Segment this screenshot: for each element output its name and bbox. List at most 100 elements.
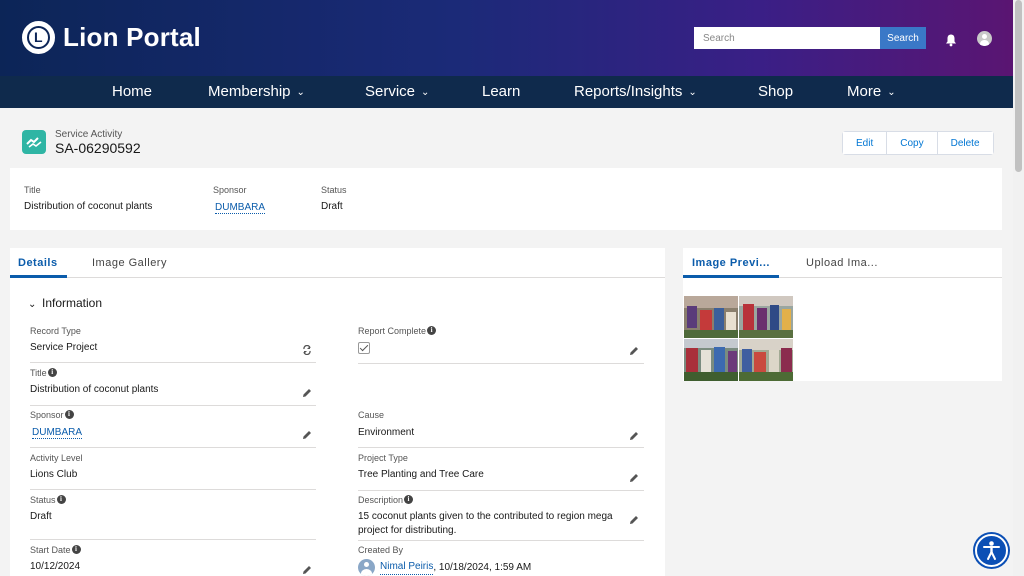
search-button[interactable]: Search	[880, 27, 926, 49]
field-divider	[30, 539, 316, 540]
field-label-project-type: Project Type	[358, 453, 408, 463]
highlight-status-value: Draft	[321, 201, 343, 212]
record-actions: Edit Copy Delete	[842, 131, 994, 155]
highlight-title-value: Distribution of coconut plants	[24, 201, 153, 212]
field-value-title: Distribution of coconut plants	[30, 384, 159, 395]
tab-image-gallery[interactable]: Image Gallery	[92, 257, 167, 269]
info-icon[interactable]: i	[64, 410, 74, 419]
info-icon[interactable]: i	[71, 545, 81, 554]
nav-item-reports-insights[interactable]: Reports/Insights ⌄	[574, 83, 697, 100]
delete-button[interactable]: Delete	[937, 132, 993, 154]
info-icon[interactable]: i	[56, 495, 66, 504]
info-icon[interactable]: i	[404, 495, 414, 504]
report-complete-checkbox[interactable]	[358, 342, 370, 354]
field-divider	[358, 447, 644, 448]
accessibility-icon	[983, 541, 1000, 560]
section-information[interactable]: ⌄ Information	[28, 296, 102, 310]
highlight-status-label: Status	[321, 185, 347, 195]
field-value-record-type: Service Project	[30, 342, 98, 353]
created-by-row: Nimal Peiris , 10/18/2024, 1:59 AM	[358, 559, 531, 576]
image-gallery-grid	[684, 296, 794, 381]
nav-item-service[interactable]: Service ⌄	[365, 83, 429, 100]
field-value-status: Draft	[30, 511, 52, 522]
field-value-project-type: Tree Planting and Tree Care	[358, 469, 484, 480]
details-tabs: Details Image Gallery	[10, 248, 665, 278]
field-divider	[358, 540, 644, 541]
image-tabs: Image Previ... Upload Ima...	[683, 248, 1002, 278]
lions-logo-icon[interactable]	[22, 21, 55, 54]
chevron-down-icon: ⌄	[688, 87, 697, 98]
field-label-status: Status i	[30, 495, 66, 505]
main-nav: Home Membership ⌄ Service ⌄ Learn Reports/…	[0, 76, 1013, 108]
info-icon[interactable]: i	[427, 326, 437, 335]
highlight-sponsor-label: Sponsor	[213, 185, 247, 195]
chevron-down-icon: ⌄	[28, 299, 37, 310]
field-label-record-type: Record Type	[30, 326, 81, 336]
edit-description-pencil-icon[interactable]	[629, 515, 639, 525]
highlights-panel: Title Distribution of coconut plants Spo…	[10, 168, 1002, 230]
field-divider	[30, 405, 316, 406]
info-icon[interactable]: i	[47, 368, 57, 377]
edit-report-complete-pencil-icon[interactable]	[629, 346, 639, 356]
brand-title[interactable]: Lion Portal	[63, 22, 201, 53]
edit-sponsor-pencil-icon[interactable]	[302, 430, 312, 440]
created-by-timestamp: , 10/18/2024, 1:59 AM	[433, 561, 532, 573]
change-record-type-icon[interactable]	[302, 345, 312, 355]
sponsor-link[interactable]: DUMBARA	[32, 427, 83, 439]
gallery-image[interactable]	[739, 296, 793, 338]
details-card: Details Image Gallery ⌄ Information Recor…	[10, 248, 665, 576]
nav-item-home[interactable]: Home	[112, 83, 152, 100]
nav-item-more[interactable]: More ⌄	[847, 83, 896, 100]
field-value-description: 15 coconut plants given to the contribut…	[358, 511, 613, 536]
field-label-cause: Cause	[358, 410, 385, 420]
chevron-down-icon: ⌄	[296, 87, 305, 98]
edit-start-date-pencil-icon[interactable]	[302, 565, 312, 575]
edit-title-pencil-icon[interactable]	[302, 388, 312, 398]
field-label-created-by: Created By	[358, 545, 404, 555]
edit-project-type-pencil-icon[interactable]	[629, 473, 639, 483]
image-preview-card: Image Previ... Upload Ima...	[683, 248, 1002, 381]
scrollbar-thumb[interactable]	[1015, 0, 1022, 172]
nav-item-membership[interactable]: Membership ⌄	[208, 83, 305, 100]
highlight-sponsor-link[interactable]: DUMBARA	[215, 202, 266, 214]
copy-button[interactable]: Copy	[887, 132, 938, 154]
field-label-description: Description i	[358, 495, 414, 505]
edit-button[interactable]: Edit	[843, 132, 888, 154]
field-divider	[358, 363, 644, 364]
field-divider	[358, 490, 644, 491]
field-divider	[30, 489, 316, 490]
field-label-report-complete: Report Complete i	[358, 326, 437, 336]
field-label-start-date: Start Date i	[30, 545, 81, 555]
field-divider	[30, 362, 316, 363]
field-label-title: Title i	[30, 368, 57, 378]
nav-item-shop[interactable]: Shop	[758, 83, 793, 100]
field-value-cause: Environment	[358, 427, 415, 438]
page-scrollbar[interactable]	[1013, 0, 1024, 576]
site-header: Lion Portal Search	[0, 0, 1013, 76]
notification-bell-icon[interactable]	[944, 33, 958, 47]
search-input[interactable]	[694, 27, 880, 49]
service-activity-icon	[22, 130, 46, 154]
tab-upload-image[interactable]: Upload Ima...	[806, 257, 878, 269]
user-avatar-icon	[358, 559, 375, 576]
edit-cause-pencil-icon[interactable]	[629, 431, 639, 441]
gallery-image[interactable]	[739, 339, 793, 381]
tab-details[interactable]: Details	[18, 257, 58, 269]
chevron-down-icon: ⌄	[421, 87, 430, 98]
nav-item-learn[interactable]: Learn	[482, 83, 520, 100]
highlight-title-label: Title	[24, 185, 41, 195]
field-divider	[30, 447, 316, 448]
tab-image-preview[interactable]: Image Previ...	[692, 257, 770, 269]
field-value-start-date: 10/12/2024	[30, 561, 81, 572]
field-value-activity-level: Lions Club	[30, 469, 78, 480]
created-by-user-link[interactable]: Nimal Peiris	[380, 560, 434, 575]
accessibility-button[interactable]	[975, 534, 1008, 567]
gallery-image[interactable]	[684, 339, 738, 381]
record-number: SA-06290592	[55, 140, 141, 156]
gallery-image[interactable]	[684, 296, 738, 338]
active-tab-indicator	[10, 275, 67, 278]
chevron-down-icon: ⌄	[887, 87, 896, 98]
user-avatar-icon[interactable]	[977, 31, 992, 46]
field-label-activity-level: Activity Level	[30, 453, 83, 463]
active-tab-indicator	[683, 275, 779, 278]
